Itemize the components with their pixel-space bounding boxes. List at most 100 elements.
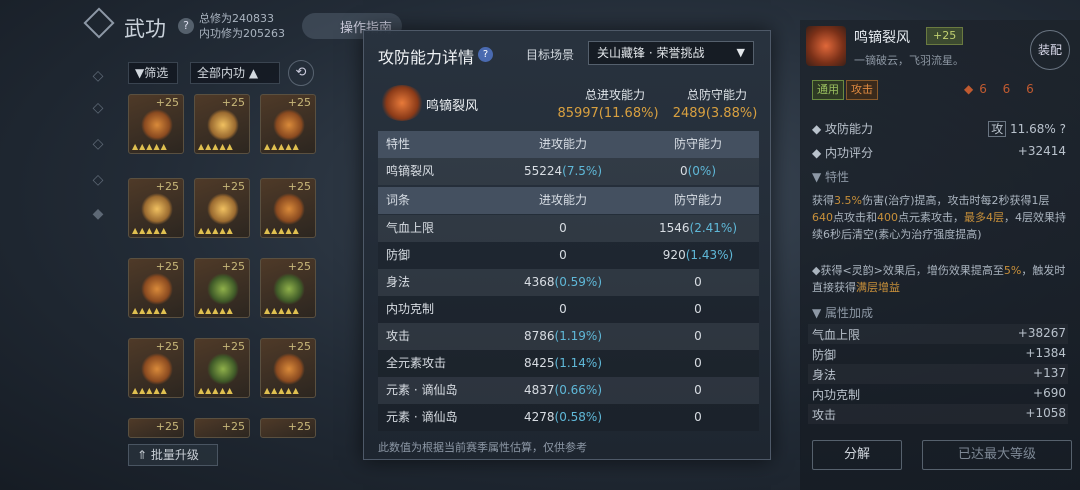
skill-detail-panel: 鸣镝裂风 +25 一镝破云，飞羽流星。 装配 通用 攻击 ◆6 6 6 ◆ 攻防…	[800, 20, 1080, 490]
table-row: 防御 0 920(1.43%)	[378, 242, 759, 269]
total-attack-value: 85997(11.68%)	[557, 106, 659, 121]
desc-highlight: 3.5%	[834, 194, 862, 207]
skill-slot[interactable]: +25	[260, 418, 316, 438]
slot-level: +25	[287, 180, 311, 193]
desc-text: 点元素攻击，	[898, 211, 964, 224]
side-tab-icon[interactable]: ◆	[88, 206, 108, 226]
side-tab-icon[interactable]: ◇	[88, 100, 108, 120]
equip-button[interactable]: 装配	[1030, 30, 1070, 70]
skill-slot[interactable]: +25 ▲▲▲▲▲	[194, 94, 250, 154]
atk-cell: 8786(1.19%)	[498, 323, 628, 350]
table-row: 身法 4368(0.59%) 0	[378, 269, 759, 296]
slot-level: +25	[155, 260, 179, 273]
filter-icon: ▼	[135, 66, 145, 80]
skill-slot[interactable]: +25 ▲▲▲▲▲	[260, 258, 316, 318]
tag-attack: 攻击	[846, 80, 878, 100]
side-tab-icon[interactable]: ◇	[88, 136, 108, 156]
decompose-button[interactable]: 分解	[812, 440, 902, 470]
def-pct: (2.41%)	[689, 221, 738, 235]
max-level-button[interactable]: 已达最大等级	[922, 440, 1072, 470]
slot-level: +25	[155, 96, 179, 109]
atk-cell: 8425(1.14%)	[498, 350, 628, 377]
scene-value: 关山藏锋 · 荣誉挑战	[597, 46, 705, 60]
atk-value: 8786	[523, 329, 555, 343]
skill-name: 鸣镝裂风	[426, 99, 479, 114]
dialog-help-icon[interactable]: ?	[478, 47, 493, 62]
skill-grid: +25 ▲▲▲▲▲ +25 ▲▲▲▲▲ +25 ▲▲▲▲▲ +25 ▲▲▲▲▲ +25 ▲…	[128, 94, 368, 439]
row-name: 攻击	[386, 329, 411, 343]
def-value: 1546	[658, 221, 690, 235]
skill-slot[interactable]: +25 ▲▲▲▲▲	[128, 178, 184, 238]
filter-button[interactable]: ▼筛选	[128, 62, 178, 84]
filter-label: 筛选	[144, 66, 169, 80]
trait-header-text: 特性	[825, 170, 850, 184]
atk-cell: 0	[498, 242, 628, 269]
left-header: 武功 ? 总修为240833 内功修为205263 操作指南	[0, 0, 402, 52]
def-cell: 0	[633, 350, 763, 377]
skill-slot[interactable]: +25 ▲▲▲▲▲	[128, 94, 184, 154]
col-header: 防守能力	[673, 193, 722, 207]
back-diamond-icon[interactable]	[83, 7, 115, 39]
help-icon[interactable]: ?	[178, 18, 194, 34]
footnote: 此数值为根据当前赛季属性估算，仅供参考	[378, 441, 587, 454]
desc-highlight: 400	[877, 211, 898, 224]
skill-slot[interactable]: +25 ▲▲▲▲▲	[194, 258, 250, 318]
skill-slot[interactable]: +25 ▲▲▲▲▲	[260, 94, 316, 154]
scene-select[interactable]: 关山藏锋 · 荣誉挑战 ▼	[588, 41, 754, 65]
filter-all-dropdown[interactable]: 全部内功 ▲	[190, 62, 280, 84]
bulk-upgrade-label: 批量升级	[150, 448, 199, 462]
star-row-icon: ▲▲▲▲▲	[132, 226, 168, 235]
atk-cell: 0	[498, 215, 628, 242]
trait-header: ▼ 特性	[812, 170, 850, 184]
rating-help-icon[interactable]: ?	[1060, 122, 1066, 136]
skill-slot[interactable]: +25	[194, 418, 250, 438]
inner-score-label: ◆ 内功评分	[812, 146, 874, 160]
star-row-icon: ▲▲▲▲▲	[198, 226, 234, 235]
desc-highlight: 5%	[1003, 264, 1022, 277]
side-tab-icon[interactable]: ◇	[88, 172, 108, 192]
table-row: 元素 · 谪仙岛 4837(0.66%) 0	[378, 377, 759, 404]
skill-art-icon	[141, 273, 173, 305]
def-value: 0	[694, 302, 702, 316]
slot-level: +25	[221, 340, 245, 353]
cultivation-inner: 内功修为205263	[199, 27, 285, 40]
skill-art-icon	[273, 353, 305, 385]
desc-highlight: 满层增益	[856, 281, 900, 294]
attr-row-bg	[808, 364, 1068, 384]
attr-value: +690	[1033, 386, 1066, 400]
entry-header-row: 词条 进攻能力 防守能力	[378, 187, 759, 214]
skill-slot[interactable]: +25 ▲▲▲▲▲	[194, 178, 250, 238]
def-cell: 0	[633, 296, 763, 323]
sort-icon[interactable]: ⟲	[288, 60, 314, 86]
slot-level: +25	[221, 180, 245, 193]
side-tab-icon[interactable]: ◇	[88, 68, 108, 88]
cultivation-total: 总修为240833	[199, 12, 274, 25]
def-value: 0	[694, 356, 702, 370]
attr-name: 攻击	[812, 408, 837, 422]
def-cell: 1546(2.41%)	[633, 215, 763, 242]
filter-bar: ▼筛选 全部内功 ▲ ⟲	[128, 60, 358, 86]
skill-slot[interactable]: +25 ▲▲▲▲▲	[128, 258, 184, 318]
skill-slot[interactable]: +25 ▲▲▲▲▲	[128, 338, 184, 398]
col-header: 词条	[386, 193, 411, 207]
skill-art-icon	[141, 109, 173, 141]
row-name: 全元素攻击	[386, 356, 447, 370]
def-pct: (1.43%)	[685, 248, 734, 262]
skill-art-icon	[207, 109, 239, 141]
atk-pct: (1.19%)	[554, 329, 603, 343]
star-row-icon: ▲▲▲▲▲	[132, 386, 168, 395]
skill-slot[interactable]: +25 ▲▲▲▲▲	[260, 178, 316, 238]
def-cell: 0	[633, 377, 763, 404]
def-value: 920	[662, 248, 686, 262]
skill-slot[interactable]: +25 ▲▲▲▲▲	[194, 338, 250, 398]
dropdown-arrow-icon: ▼	[736, 46, 745, 59]
desc-text: 获得	[812, 194, 834, 207]
skill-slot[interactable]: +25 ▲▲▲▲▲	[260, 338, 316, 398]
def-pct: (0%)	[687, 164, 717, 178]
atk-cell: 4368(0.59%)	[498, 269, 628, 296]
def-value: 0	[694, 383, 702, 397]
rating-value: 攻 11.68% ?	[988, 120, 1066, 137]
skill-slot[interactable]: +25	[128, 418, 184, 438]
bulk-upgrade-button[interactable]: ⇑ 批量升级	[128, 444, 218, 466]
star-row-icon: ▲▲▲▲▲	[264, 226, 300, 235]
